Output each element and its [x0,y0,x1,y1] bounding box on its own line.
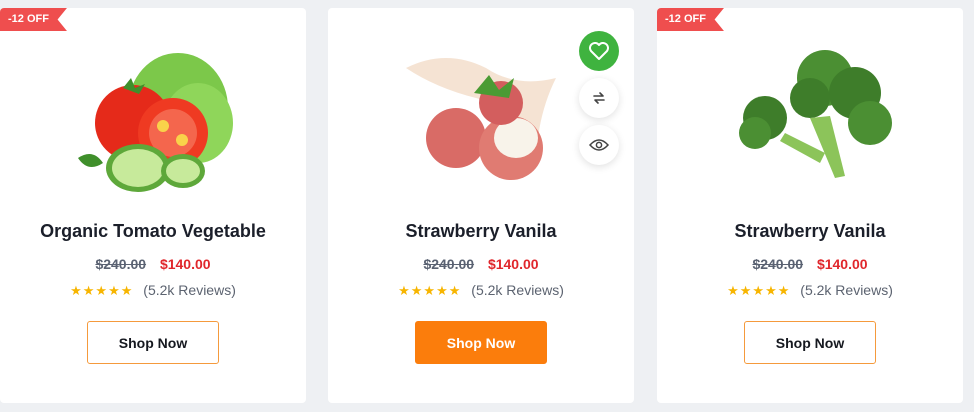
wishlist-button[interactable] [579,31,619,71]
heart-icon [589,42,609,60]
star-rating-icon: ★★★★★ [727,283,791,298]
review-count: (5.2k Reviews) [143,282,236,298]
shop-now-button[interactable]: Shop Now [744,321,876,364]
old-price: $240.00 [95,256,147,272]
star-rating-icon: ★★★★★ [398,283,462,298]
discount-badge: -12 OFF [0,8,67,31]
price-row: $240.00 $140.00 [0,256,306,272]
discount-badge: -12 OFF [657,8,724,31]
review-count: (5.2k Reviews) [800,282,893,298]
new-price: $140.00 [159,256,211,272]
old-price: $240.00 [423,256,475,272]
product-card[interactable]: -12 OFF Strawberry Vanila $240.00 $140.0… [657,8,963,403]
new-price: $140.00 [816,256,868,272]
rating-row: ★★★★★ (5.2k Reviews) [657,282,963,299]
review-count: (5.2k Reviews) [471,282,564,298]
price-row: $240.00 $140.00 [328,256,634,272]
star-rating-icon: ★★★★★ [70,283,134,298]
swap-icon [593,92,605,104]
rating-row: ★★★★★ (5.2k Reviews) [0,282,306,299]
product-title: Strawberry Vanila [405,221,557,241]
rating-row: ★★★★★ (5.2k Reviews) [328,282,634,299]
product-card[interactable]: -12 OFF Organic Tomato Vegetable $240.00… [0,8,306,403]
lychee-icon [406,58,556,180]
quick-view-button[interactable] [579,125,619,165]
tomato-cucumber-icon [78,53,233,192]
shop-now-button[interactable]: Shop Now [87,321,219,364]
shop-now-button[interactable]: Shop Now [415,321,547,364]
product-card[interactable]: Strawberry Vanila $240.00 $140.00 ★★★★★ … [328,8,634,403]
eye-icon [589,139,609,151]
compare-button[interactable] [579,78,619,118]
product-title: Strawberry Vanila [734,221,886,241]
old-price: $240.00 [752,256,804,272]
price-row: $240.00 $140.00 [657,256,963,272]
broccoli-icon [739,50,892,178]
product-title: Organic Tomato Vegetable [40,221,266,241]
new-price: $140.00 [487,256,539,272]
